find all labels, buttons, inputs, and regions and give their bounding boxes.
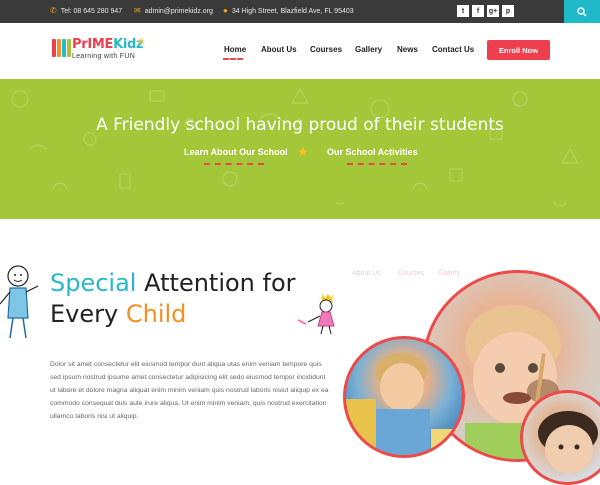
school-activities-link[interactable]: Our School Activities (327, 147, 418, 157)
email-text[interactable]: admin@primekidz.org (145, 8, 213, 15)
faded-nav-about: About Us (352, 270, 381, 277)
phone-info: ✆ Tel: 08 645 280 947 (50, 7, 122, 15)
faded-nav-gallery: Gallery (438, 270, 461, 277)
envelope-icon: ✉ (134, 6, 141, 15)
child-photo-small (520, 390, 600, 485)
hero-title: A Friendly school having proud of their … (96, 115, 504, 135)
pencils-logo-icon (52, 39, 71, 57)
nav-item-gallery[interactable]: Gallery (355, 45, 382, 54)
search-button[interactable] (564, 0, 600, 23)
kid-drawing-girl (297, 294, 335, 335)
section-paragraph: Dolor sit amet consectetur elit eiusmod … (50, 361, 329, 420)
nav-item-courses[interactable]: Courses (310, 45, 342, 54)
nav-item-about-us[interactable]: About Us (261, 45, 297, 54)
address-info: ● 34 High Street, Blazfield Ave, FL 9540… (223, 7, 354, 15)
heading-child: Child (125, 300, 187, 328)
girl-face-illustration (538, 411, 598, 473)
active-nav-indicator (223, 58, 243, 60)
email-info[interactable]: ✉ admin@primekidz.org (134, 7, 213, 15)
heading-attention: Attention for (144, 269, 296, 297)
child-photo-painting (343, 336, 465, 458)
heading-special: Special (50, 269, 137, 297)
main-navbar: PrIMEKidz ☀ Learning with FUN Home About… (0, 23, 600, 79)
section-heading: Special Attention for Every Child (50, 268, 296, 330)
link-underline (347, 163, 407, 165)
search-icon (577, 6, 587, 17)
social-links: t f g+ p (457, 5, 514, 17)
sun-icon: ☀ (136, 36, 146, 48)
location-pin-icon: ● (223, 6, 228, 15)
star-icon: ★ (297, 144, 309, 159)
twitter-icon[interactable]: t (457, 5, 469, 17)
logo-title-prime: PrIME (72, 37, 114, 52)
boy-painting-illustration (346, 353, 461, 455)
link-underline (204, 163, 264, 165)
hero-wave-divider (0, 189, 600, 208)
phone-text: Tel: 08 645 280 947 (60, 7, 123, 15)
kid-drawing-boy (0, 265, 39, 339)
nav-item-news[interactable]: News (397, 45, 418, 54)
enroll-now-button[interactable]: Enroll Now (487, 40, 550, 60)
logo-tagline: Learning with FUN (72, 53, 136, 60)
address-text: 34 High Street, Blazfield Ave, FL 95403 (231, 7, 354, 15)
heading-every: Every (50, 300, 119, 328)
google-plus-icon[interactable]: g+ (487, 5, 499, 17)
logo-title: PrIMEKidz (72, 37, 144, 52)
pinterest-icon[interactable]: p (502, 5, 514, 17)
nav-item-contact-us[interactable]: Contact Us (432, 45, 474, 54)
facebook-icon[interactable]: f (472, 5, 484, 17)
faded-nav-courses: Courses (398, 270, 425, 277)
phone-icon: ✆ (50, 6, 57, 15)
learn-about-school-link[interactable]: Learn About Our School (184, 147, 288, 157)
top-info-bar: ✆ Tel: 08 645 280 947 ✉ admin@primekidz.… (0, 0, 600, 23)
nav-item-home[interactable]: Home (224, 45, 246, 54)
